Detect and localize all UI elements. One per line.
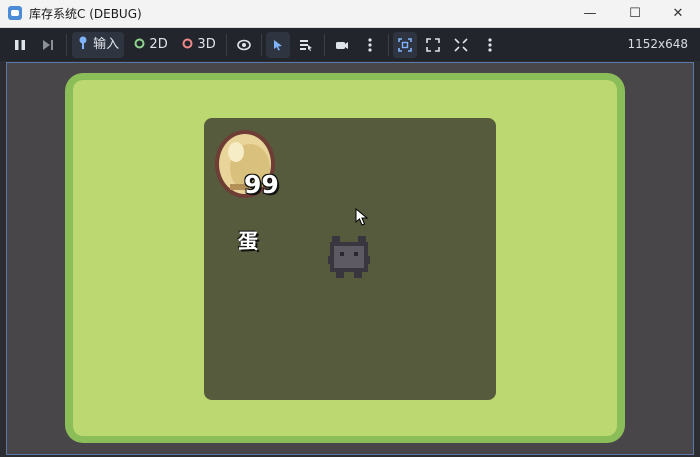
camera-icon (336, 42, 348, 49)
circle-2d-icon (134, 38, 145, 49)
list-select-button[interactable] (294, 32, 318, 58)
step-frame-button[interactable] (36, 32, 60, 58)
fullscreen-button[interactable] (449, 32, 473, 58)
mode-2d-label: 2D (149, 37, 168, 52)
camera-options-button[interactable] (358, 32, 382, 58)
frame-focus-icon (398, 38, 412, 52)
window-title: 库存系统C (DEBUG) (29, 7, 142, 21)
step-icon (43, 40, 53, 50)
title-bar: 库存系统C (DEBUG) — ☐ ✕ (0, 0, 700, 28)
maximize-button[interactable]: ☐ (613, 0, 657, 27)
joystick-icon (79, 36, 87, 49)
input-button[interactable]: 输入 (72, 32, 124, 58)
item-count: 99 (244, 170, 279, 199)
minimize-button[interactable]: — (568, 0, 612, 27)
visibility-button[interactable] (232, 32, 256, 58)
pause-icon (15, 40, 25, 50)
mode-2d-button[interactable]: 2D (130, 32, 172, 58)
mode-3d-label: 3D (197, 37, 216, 52)
cursor-arrow-icon (274, 40, 282, 51)
expand-icon (426, 38, 440, 52)
inventory-panel: 99 蛋 (204, 118, 496, 400)
toolbar-separator (66, 34, 67, 56)
debug-toolbar: 输入 2D 3D 1152x648 (0, 28, 700, 61)
item-name: 蛋 (238, 229, 258, 253)
expand-button[interactable] (421, 32, 445, 58)
cat-character-sprite (328, 236, 370, 278)
select-mode-button[interactable] (266, 32, 290, 58)
circle-3d-icon (182, 38, 193, 49)
mode-3d-button[interactable]: 3D (178, 32, 220, 58)
close-button[interactable]: ✕ (656, 0, 700, 27)
eye-icon (237, 39, 251, 51)
fullscreen-icon (454, 38, 468, 52)
game-viewport[interactable]: 99 蛋 (6, 62, 694, 455)
view-options-button[interactable] (478, 32, 502, 58)
toolbar-separator (388, 34, 389, 56)
embed-fit-button[interactable] (393, 32, 417, 58)
pause-button[interactable] (8, 32, 32, 58)
resolution-label: 1152x648 (627, 37, 688, 51)
toolbar-separator (226, 34, 227, 56)
toolbar-separator (324, 34, 325, 56)
kebab-menu-icon (368, 38, 372, 52)
input-label: 输入 (93, 37, 120, 52)
list-icon (300, 40, 312, 51)
camera-override-button[interactable] (330, 32, 354, 58)
godot-app-icon (8, 6, 22, 20)
mouse-cursor-icon (355, 208, 369, 226)
toolbar-separator (261, 34, 262, 56)
kebab-menu-icon (488, 38, 492, 52)
